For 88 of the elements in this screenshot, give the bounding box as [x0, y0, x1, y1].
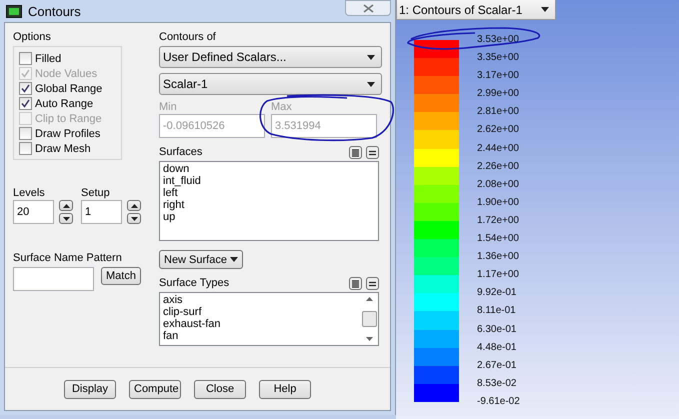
scale-label: 4.48e-01 — [477, 340, 518, 355]
window-selector[interactable]: 1: Contours of Scalar-1 — [396, 0, 556, 20]
match-button[interactable]: Match — [101, 267, 141, 285]
scale-label: 9.92e-01 — [477, 286, 518, 300]
caret-down-icon — [367, 82, 375, 86]
caret-down-icon — [62, 216, 70, 220]
list-item[interactable]: axis — [163, 294, 220, 306]
decrement-button[interactable] — [127, 213, 141, 224]
dropdown[interactable]: Scalar-1 — [159, 73, 382, 95]
new-surface-button[interactable]: New Surface — [159, 250, 243, 269]
scale-label: 8.11e-01 — [477, 304, 517, 318]
scale-label: 1.90e+00 — [477, 196, 520, 210]
checkbox-option[interactable]: Auto Range — [19, 97, 116, 110]
scale-label: 2.62e+00 — [477, 123, 520, 138]
scrollbar-thumb[interactable] — [362, 311, 377, 327]
caret-down-icon — [230, 257, 238, 262]
checkbox[interactable] — [19, 142, 32, 155]
lines-icon — [352, 148, 359, 156]
list-item[interactable]: fan — [163, 330, 220, 342]
list-item[interactable]: right — [163, 199, 375, 211]
scale-label: 2.81e+00 — [477, 105, 520, 120]
scale-label: 8.53e-02 — [477, 376, 518, 391]
list-item[interactable]: clip-surf — [163, 306, 220, 318]
scale-label: 1.36e+00 — [477, 250, 520, 264]
caret-down-icon — [541, 7, 549, 12]
scale-label: 1.54e+00 — [477, 232, 520, 246]
checkbox[interactable] — [19, 127, 32, 140]
scale-label: 2.08e+00 — [477, 178, 520, 192]
close-icon — [362, 4, 374, 12]
caret-up-icon — [130, 204, 138, 208]
scale-label: 2.99e+00 — [477, 87, 520, 102]
caret-down-icon — [367, 54, 375, 60]
deselect-all-button[interactable] — [366, 146, 379, 159]
checkbox-option[interactable]: Filled — [19, 52, 116, 65]
list-label: Surfaces — [159, 146, 202, 159]
increment-button[interactable] — [59, 200, 73, 211]
scale-label: 2.44e+00 — [477, 142, 520, 156]
dropdown[interactable]: User Defined Scalars... — [159, 46, 382, 68]
checkbox-option[interactable]: Draw Mesh — [19, 142, 116, 155]
equals-icon — [369, 280, 376, 288]
caret-up-icon — [62, 204, 70, 208]
caret-up-icon — [366, 297, 373, 301]
scale-label: 2.67e-01 — [477, 358, 518, 373]
checkbox[interactable] — [19, 97, 32, 110]
checkbox-option[interactable]: Draw Profiles — [19, 127, 116, 140]
list-item[interactable]: down — [163, 163, 375, 175]
levels-field[interactable]: 20 — [13, 200, 54, 224]
lines-icon — [352, 280, 359, 288]
list-item[interactable]: up — [163, 211, 375, 223]
dialog-button[interactable]: Help — [259, 380, 311, 398]
checkbox[interactable] — [19, 52, 32, 65]
field-label: Contours of — [159, 31, 217, 44]
dialog-button[interactable]: Compute — [129, 380, 181, 398]
field-label: Max — [271, 101, 293, 114]
field-label: Setup — [81, 187, 111, 200]
checkbox-option[interactable]: Global Range — [19, 82, 116, 95]
select-all-button[interactable] — [349, 277, 362, 290]
scale-label: 6.30e-01 — [477, 322, 518, 336]
window-title: Contours — [28, 4, 81, 18]
scale-label: 2.26e+00 — [477, 160, 520, 174]
field-label: Surface Name Pattern — [13, 252, 123, 265]
scale-label: 3.35e+00 — [477, 51, 520, 66]
pattern-field[interactable] — [13, 267, 94, 291]
field-label: Levels — [13, 187, 46, 200]
dialog-button[interactable]: Close — [194, 380, 246, 398]
increment-button[interactable] — [127, 200, 141, 211]
group-label: Options — [13, 31, 52, 44]
select-all-button[interactable] — [349, 146, 362, 159]
list-item[interactable]: int_fluid — [163, 175, 375, 187]
field-label: Min — [159, 101, 178, 114]
close-button[interactable] — [345, 0, 391, 16]
deselect-all-button[interactable] — [366, 277, 379, 290]
scale-label: 3.53e+00 — [477, 33, 520, 47]
scale-label: 1.72e+00 — [477, 214, 520, 228]
decrement-button[interactable] — [59, 213, 73, 224]
caret-down-icon — [130, 216, 138, 220]
dialog-button[interactable]: Display — [64, 380, 116, 398]
scale-label: 1.17e+00 — [477, 268, 520, 282]
scale-label: -9.61e-02 — [477, 394, 520, 409]
list-item[interactable]: exhaust-fan — [163, 318, 220, 330]
list-label: Surface Types — [159, 277, 230, 290]
checkbox[interactable] — [19, 82, 32, 95]
equals-icon — [369, 148, 376, 156]
scale-label: 3.17e+00 — [477, 69, 520, 84]
app-icon — [6, 4, 22, 18]
caret-down-icon — [366, 337, 373, 341]
list-item[interactable]: left — [163, 187, 375, 199]
setup-field[interactable]: 1 — [81, 200, 122, 224]
